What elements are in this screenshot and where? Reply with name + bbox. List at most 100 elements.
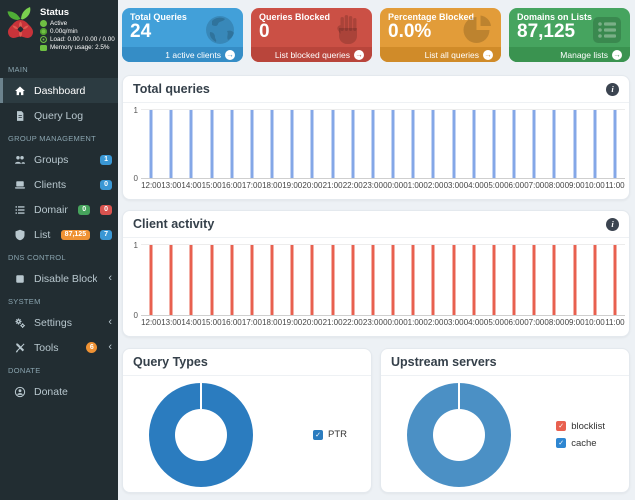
- x-tick-label: 22:00: [342, 318, 363, 327]
- donut-gap: [200, 382, 202, 409]
- card-body: Percentage Blocked 0.0%: [380, 8, 501, 47]
- list-icon: [593, 17, 621, 43]
- status-text: Load: 0.00 / 0.00 / 0.00: [50, 36, 115, 43]
- x-tick-label: 12:00: [141, 181, 162, 190]
- query-types-legend: ✓ PTR: [313, 429, 347, 440]
- gears-icon: [15, 318, 26, 328]
- bar: [290, 110, 294, 178]
- chevron-left-icon: ‹: [108, 341, 112, 353]
- bar: [310, 245, 314, 315]
- bar: [230, 245, 234, 315]
- panel-title: Upstream servers: [391, 355, 497, 369]
- card-footer-label: Manage lists: [560, 49, 608, 60]
- bar: [189, 110, 193, 178]
- card-footer-link[interactable]: Manage lists →: [509, 47, 630, 62]
- sidebar-item-lists[interactable]: Lists 87,125 7: [0, 222, 118, 247]
- bar: [351, 245, 355, 315]
- bar: [472, 245, 476, 315]
- x-tick-label: 16:00: [221, 181, 242, 190]
- bar: [270, 245, 274, 315]
- legend-checkbox[interactable]: ✓: [556, 438, 567, 448]
- x-tick-label: 04:00: [463, 318, 484, 327]
- donut-gap: [458, 382, 460, 409]
- y-axis: 10: [133, 241, 138, 320]
- x-tick-label: 14:00: [181, 318, 202, 327]
- x-tick-label: 20:00: [302, 181, 323, 190]
- brand-area: Status Active 0.00q/min Load: 0.00 / 0.00 …: [0, 0, 118, 59]
- x-tick-label: 12:00: [141, 318, 162, 327]
- bar: [431, 110, 435, 178]
- status-text: 0.00q/min: [50, 28, 78, 35]
- bar: [472, 110, 476, 178]
- donut-panels-row: Query Types ✓ PTR Upstream servers ✓ block…: [122, 348, 630, 493]
- x-tick-label: 01:00: [403, 318, 424, 327]
- hand-icon: [337, 15, 357, 44]
- card-footer-link[interactable]: 1 active clients →: [122, 47, 243, 62]
- arrow-circle-right-icon: →: [483, 49, 493, 60]
- panel-total-queries: Total queries i 10 12:00 13:00 14:00 15:00 1…: [122, 75, 630, 200]
- stat-card-domains-on-lists: Domains on Lists 87,125 Manage lists →: [509, 8, 630, 62]
- bar: [593, 245, 597, 315]
- status-row: Active: [40, 20, 114, 27]
- info-icon[interactable]: i: [606, 82, 619, 96]
- bar: [552, 245, 556, 315]
- x-tick-label: 00:00: [383, 181, 404, 190]
- circle-dot-icon: [40, 28, 47, 35]
- sidebar-item-query-log[interactable]: Query Log: [0, 103, 118, 128]
- bar: [149, 245, 153, 315]
- sidebar-item-settings[interactable]: Settings ‹: [0, 310, 118, 335]
- sidebar-item-dashboard[interactable]: Dashboard: [0, 78, 118, 103]
- bar: [411, 245, 415, 315]
- panel-header: Total queries i: [123, 76, 629, 103]
- sidebar-item-label: Clients: [34, 178, 67, 191]
- upstream-servers-legend: ✓ blocklist ✓ cache: [556, 421, 605, 449]
- card-footer-link[interactable]: List blocked queries →: [251, 47, 372, 62]
- bar: [573, 110, 577, 178]
- info-icon[interactable]: i: [606, 217, 619, 231]
- x-tick-label: 13:00: [161, 318, 182, 327]
- bar: [270, 110, 274, 178]
- x-tick-label: 05:00: [483, 318, 504, 327]
- legend-label: PTR: [328, 429, 347, 440]
- donate-icon: [14, 386, 26, 397]
- sidebar-item-donate[interactable]: Donate: [0, 379, 118, 404]
- sidebar-item-groups[interactable]: Groups 1: [0, 147, 118, 172]
- status-items: Active 0.00q/min Load: 0.00 / 0.00 / 0.00 M…: [40, 20, 115, 51]
- x-tick-label: 08:00: [544, 181, 565, 190]
- legend-label: cache: [571, 437, 597, 449]
- legend-checkbox[interactable]: ✓: [313, 429, 323, 440]
- bar: [391, 110, 395, 178]
- bar: [512, 110, 516, 178]
- nav-section-label: DNS CONTROL: [8, 253, 66, 262]
- legend-item-cache: ✓ cache: [556, 438, 605, 449]
- bar: [431, 245, 435, 315]
- x-tick-label: 08:00: [544, 318, 565, 327]
- x-tick-label: 10:00: [584, 318, 605, 327]
- bar: [411, 110, 415, 178]
- sidebar-item-domains[interactable]: Domains 00: [0, 197, 118, 222]
- shield-icon: [15, 229, 25, 240]
- card-footer-link[interactable]: List all queries →: [380, 47, 501, 62]
- x-tick-label: 00:00: [383, 318, 404, 327]
- laptop-icon: [14, 180, 26, 189]
- x-axis: 12:00 13:00 14:00 15:00 16:00 17:00 18:00 19:00…: [141, 316, 625, 329]
- nav-section-label: GROUP MANAGEMENT: [8, 134, 97, 143]
- circle-icon: [40, 20, 47, 27]
- donut-hole: [175, 408, 227, 461]
- query-types-donut: [149, 382, 253, 487]
- sidebar-item-label: Lists: [34, 228, 51, 241]
- x-tick-label: 02:00: [423, 181, 444, 190]
- sidebar-item-disable-blocking[interactable]: Disable Blocking ‹: [0, 266, 118, 291]
- arrow-circle-right-icon: →: [354, 49, 364, 60]
- legend-checkbox[interactable]: ✓: [556, 421, 567, 431]
- legend-label: blocklist: [571, 420, 605, 432]
- badge: 1: [100, 154, 112, 165]
- sidebar-item-tools[interactable]: Tools 6 ‹: [0, 335, 118, 360]
- x-tick-label: 18:00: [262, 181, 283, 190]
- card-footer-label: 1 active clients: [165, 49, 221, 60]
- x-tick-label: 15:00: [201, 181, 222, 190]
- sidebar-item-clients[interactable]: Clients 0: [0, 172, 118, 197]
- x-tick-label: 18:00: [262, 318, 283, 327]
- panel-upstream-servers: Upstream servers ✓ blocklist ✓ cache: [380, 348, 630, 493]
- bar: [331, 245, 335, 315]
